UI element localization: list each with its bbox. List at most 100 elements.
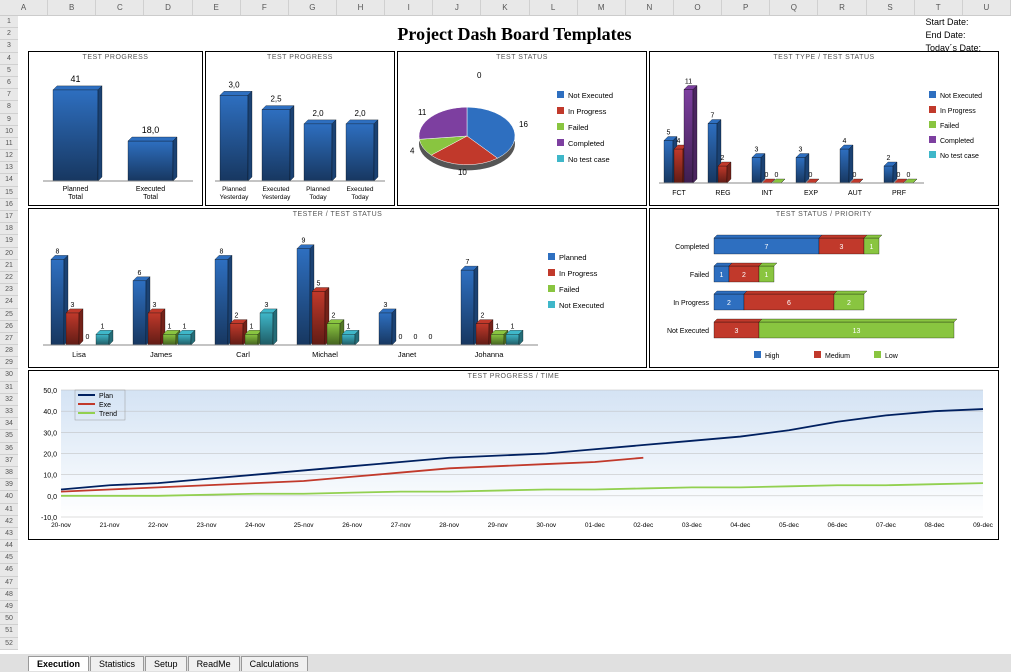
svg-text:Completed: Completed: [675, 244, 709, 251]
svg-text:Lisa: Lisa: [72, 350, 87, 359]
svg-text:0: 0: [853, 172, 857, 179]
tester-status-chart[interactable]: TESTER / TEST STATUS 8 30 1Lisa 6 3 1 1J…: [28, 208, 647, 368]
svg-text:Executed: Executed: [346, 186, 373, 193]
svg-text:Executed: Executed: [136, 186, 165, 193]
svg-text:1: 1: [347, 323, 351, 330]
svg-text:25-nov: 25-nov: [294, 522, 315, 529]
svg-text:41: 41: [70, 74, 80, 84]
svg-text:2,0: 2,0: [354, 109, 366, 118]
svg-text:REG: REG: [715, 190, 730, 197]
status-priority-chart[interactable]: TEST STATUS / PRIORITY 731Completed121Fa…: [649, 208, 999, 368]
tab-readme[interactable]: ReadMe: [188, 656, 240, 671]
svg-text:26-nov: 26-nov: [342, 522, 363, 529]
svg-text:EXP: EXP: [804, 190, 818, 197]
test-status-pie-chart[interactable]: TEST STATUS 16104110Not ExecutedIn Progr…: [397, 51, 647, 206]
svg-text:2: 2: [235, 313, 239, 320]
svg-text:30,0: 30,0: [43, 430, 57, 437]
svg-text:1: 1: [168, 323, 172, 330]
svg-text:13: 13: [853, 328, 861, 335]
svg-text:Total: Total: [68, 194, 83, 201]
svg-text:2,0: 2,0: [312, 109, 324, 118]
svg-text:PRF: PRF: [892, 190, 906, 197]
svg-text:Failed: Failed: [940, 123, 959, 130]
progress-time-chart[interactable]: TEST PROGRESS / TIME -10,00,010,020,030,…: [28, 370, 999, 540]
column-headers: ABCDEFGHIJKLMNOPQRSTU: [0, 0, 1011, 16]
svg-text:2,5: 2,5: [270, 95, 282, 104]
tab-setup[interactable]: Setup: [145, 656, 187, 671]
svg-text:8: 8: [56, 248, 60, 255]
tab-calculations[interactable]: Calculations: [241, 656, 308, 671]
svg-text:0: 0: [86, 334, 90, 341]
svg-text:30-nov: 30-nov: [536, 522, 557, 529]
svg-text:FCT: FCT: [672, 190, 686, 197]
sheet-tabs: ExecutionStatisticsSetupReadMeCalculatio…: [0, 654, 1011, 672]
svg-text:24-nov: 24-nov: [245, 522, 266, 529]
panel-title: TEST PROGRESS / TIME: [468, 373, 560, 380]
svg-text:Completed: Completed: [940, 138, 974, 145]
svg-text:10,0: 10,0: [43, 473, 57, 480]
test-progress-total-chart[interactable]: TEST PROGRESS 41PlannedTotal 18,0Execute…: [28, 51, 203, 206]
svg-text:20,0: 20,0: [43, 452, 57, 459]
svg-text:2: 2: [887, 155, 891, 162]
test-progress-daily-chart[interactable]: TEST PROGRESS 3,0PlannedYesterday 2,5Exe…: [205, 51, 395, 206]
svg-text:Trend: Trend: [99, 411, 117, 418]
svg-text:0: 0: [477, 71, 482, 80]
svg-text:-10,0: -10,0: [41, 515, 57, 522]
svg-text:10: 10: [458, 168, 467, 177]
date-meta: Start Date: End Date: Today´s Date:: [925, 16, 981, 55]
svg-text:3: 3: [153, 302, 157, 309]
panel-title: TEST PROGRESS: [83, 54, 149, 61]
svg-text:11: 11: [685, 79, 692, 86]
svg-text:20-nov: 20-nov: [51, 522, 72, 529]
svg-text:Failed: Failed: [690, 272, 709, 279]
svg-text:0: 0: [897, 172, 901, 179]
svg-text:11: 11: [418, 108, 427, 117]
svg-text:Completed: Completed: [568, 139, 604, 148]
svg-text:01-dec: 01-dec: [585, 522, 606, 529]
tab-statistics[interactable]: Statistics: [90, 656, 144, 671]
svg-text:Planned: Planned: [306, 186, 330, 193]
dashboard-grid: TEST PROGRESS 41PlannedTotal 18,0Execute…: [18, 49, 1011, 542]
tab-execution[interactable]: Execution: [28, 656, 89, 671]
svg-text:0: 0: [775, 172, 779, 179]
svg-text:INT: INT: [761, 190, 773, 197]
svg-text:4: 4: [410, 147, 415, 156]
svg-text:Not Executed: Not Executed: [940, 93, 982, 100]
svg-text:In Progress: In Progress: [673, 300, 709, 307]
svg-text:1: 1: [765, 272, 769, 279]
svg-text:Not Executed: Not Executed: [559, 301, 604, 310]
svg-text:Michael: Michael: [312, 350, 338, 359]
svg-text:AUT: AUT: [848, 190, 863, 197]
svg-text:Exe: Exe: [99, 402, 111, 409]
svg-text:Planned: Planned: [222, 186, 246, 193]
test-type-status-chart[interactable]: TEST TYPE / TEST STATUS 5 4 11FCT 7 2REG…: [649, 51, 999, 206]
svg-text:3,0: 3,0: [228, 80, 240, 89]
panel-title: TEST STATUS: [496, 54, 548, 61]
svg-text:In Progress: In Progress: [940, 108, 976, 115]
svg-text:No test case: No test case: [940, 153, 979, 160]
svg-text:7: 7: [711, 113, 715, 120]
svg-text:23-nov: 23-nov: [197, 522, 218, 529]
svg-text:0: 0: [399, 334, 403, 341]
svg-text:0: 0: [414, 334, 418, 341]
svg-text:1: 1: [101, 323, 105, 330]
svg-text:Failed: Failed: [568, 123, 588, 132]
svg-text:2: 2: [481, 313, 485, 320]
svg-text:02-dec: 02-dec: [633, 522, 654, 529]
svg-text:Planned: Planned: [559, 253, 587, 262]
svg-text:In Progress: In Progress: [568, 107, 607, 116]
svg-text:7: 7: [765, 244, 769, 251]
svg-text:Total: Total: [143, 194, 158, 201]
svg-text:5: 5: [667, 130, 671, 137]
svg-text:1: 1: [496, 323, 500, 330]
svg-text:1: 1: [720, 272, 724, 279]
panel-title: TEST STATUS / PRIORITY: [776, 211, 872, 218]
panel-title: TEST PROGRESS: [267, 54, 333, 61]
svg-text:3: 3: [735, 328, 739, 335]
svg-text:0: 0: [907, 172, 911, 179]
svg-text:High: High: [765, 353, 780, 360]
svg-text:5: 5: [317, 281, 321, 288]
svg-text:1: 1: [511, 323, 515, 330]
svg-text:1: 1: [183, 323, 187, 330]
svg-text:16: 16: [519, 120, 528, 129]
